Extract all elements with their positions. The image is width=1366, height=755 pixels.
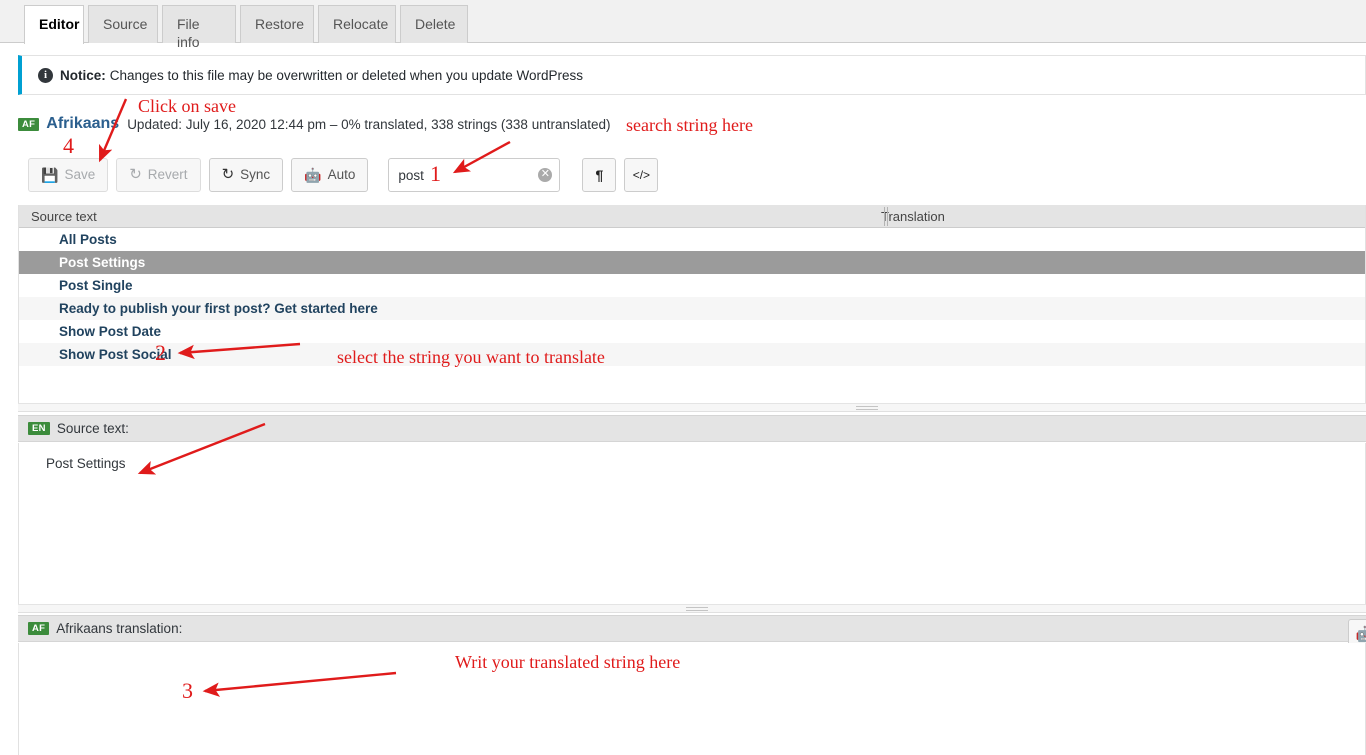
show-paragraph-marks-button[interactable]: ¶ <box>582 158 617 192</box>
row-source-text: Post Settings <box>59 255 146 270</box>
row-source-text: Show Post Date <box>59 324 162 339</box>
tab-restore-label: Restore <box>255 16 305 32</box>
source-text-value: Post Settings <box>46 456 126 471</box>
auto-translate-button[interactable]: 🤖 Auto <box>291 158 369 192</box>
editor-toolbar: 💾 Save ↻ Revert ↻ Sync 🤖 Auto ✕ ¶ </> <box>28 158 666 192</box>
splitter-grip <box>856 406 878 411</box>
source-panel-label: Source text: <box>56 421 129 436</box>
source-text-area: Post Settings <box>18 443 1366 604</box>
auto-button-label: Auto <box>327 167 356 182</box>
refresh-icon: ↻ <box>129 166 142 183</box>
tab-editor-label: Editor <box>39 16 80 32</box>
robot-icon: 🤖 <box>304 167 322 183</box>
tab-relocate[interactable]: Relocate <box>318 5 396 43</box>
annotation-number-4: 4 <box>63 133 74 158</box>
tab-delete[interactable]: Delete <box>400 5 468 43</box>
notice-label: Notice: <box>60 67 106 83</box>
annotation-search-string-here: search string here <box>626 115 753 135</box>
row-source-text: Ready to publish your first post? Get st… <box>59 301 378 316</box>
table-source-splitter[interactable] <box>18 403 1366 412</box>
row-source-text: All Posts <box>59 232 117 247</box>
source-language-badge: EN <box>28 422 50 435</box>
language-meta: Updated: July 16, 2020 12:44 pm – 0% tra… <box>127 116 611 132</box>
robot-icon: 🤖 <box>1355 626 1366 643</box>
splitter-grip <box>686 607 708 612</box>
source-translation-splitter[interactable] <box>18 604 1366 613</box>
revert-button-label: Revert <box>147 167 188 182</box>
sync-icon: ↻ <box>221 166 235 183</box>
notice-text: Changes to this file may be overwritten … <box>109 67 584 83</box>
tab-bar: Editor Source File info Restore Relocate… <box>0 0 1366 50</box>
sync-button-label: Sync <box>240 167 271 182</box>
row-source-text: Post Single <box>59 278 133 293</box>
table-row[interactable]: Show Post Social <box>19 343 1365 366</box>
table-row[interactable]: Post Single <box>19 274 1365 297</box>
tab-editor[interactable]: Editor <box>24 5 84 44</box>
table-empty-space <box>19 366 1365 406</box>
strings-table: Source text Translation All Posts Post S… <box>18 205 1366 406</box>
translation-panel-label: Afrikaans translation: <box>56 621 183 636</box>
search-field-wrapper: ✕ <box>388 158 561 192</box>
revert-button[interactable]: ↻ Revert <box>116 158 201 192</box>
row-source-text: Show Post Social <box>59 347 172 362</box>
search-input[interactable] <box>388 158 561 192</box>
show-code-button[interactable]: </> <box>624 158 659 192</box>
translation-panel-header: AF Afrikaans translation: 🤖 <box>18 615 1366 649</box>
tab-restore[interactable]: Restore <box>240 5 314 43</box>
floppy-disk-icon: 💾 <box>41 167 59 183</box>
tab-delete-label: Delete <box>415 16 456 32</box>
notice-banner: i Notice: Changes to this file may be ov… <box>18 55 1366 95</box>
column-resize-handle[interactable] <box>884 207 889 226</box>
tab-source-label: Source <box>103 16 148 32</box>
save-button-label: Save <box>64 167 96 182</box>
sync-button[interactable]: ↻ Sync <box>208 158 284 192</box>
table-header-row: Source text Translation <box>19 205 1365 228</box>
source-panel-header: EN Source text: <box>18 415 1366 442</box>
translation-language-badge: AF <box>28 622 50 635</box>
translation-input-area[interactable] <box>18 643 1366 755</box>
table-row-selected[interactable]: Post Settings <box>19 251 1365 274</box>
table-row[interactable]: All Posts <box>19 228 1365 251</box>
language-header: AF Afrikaans Updated: July 16, 2020 12:4… <box>18 114 611 134</box>
tab-source[interactable]: Source <box>88 5 158 43</box>
language-name-link[interactable]: Afrikaans <box>46 115 119 133</box>
language-badge: AF <box>18 117 40 131</box>
info-icon: i <box>38 67 53 83</box>
pilcrow-icon: ¶ <box>595 167 604 183</box>
save-button[interactable]: 💾 Save <box>28 158 109 192</box>
code-icon: </> <box>632 168 651 182</box>
tab-relocate-label: Relocate <box>333 16 389 32</box>
table-row[interactable]: Show Post Date <box>19 320 1365 343</box>
column-header-translation[interactable]: Translation <box>869 209 945 224</box>
tab-file-info-label: File info <box>177 16 200 50</box>
column-header-source[interactable]: Source text <box>19 209 869 224</box>
tab-file-info[interactable]: File info <box>162 5 236 50</box>
table-row[interactable]: Ready to publish your first post? Get st… <box>19 297 1365 320</box>
